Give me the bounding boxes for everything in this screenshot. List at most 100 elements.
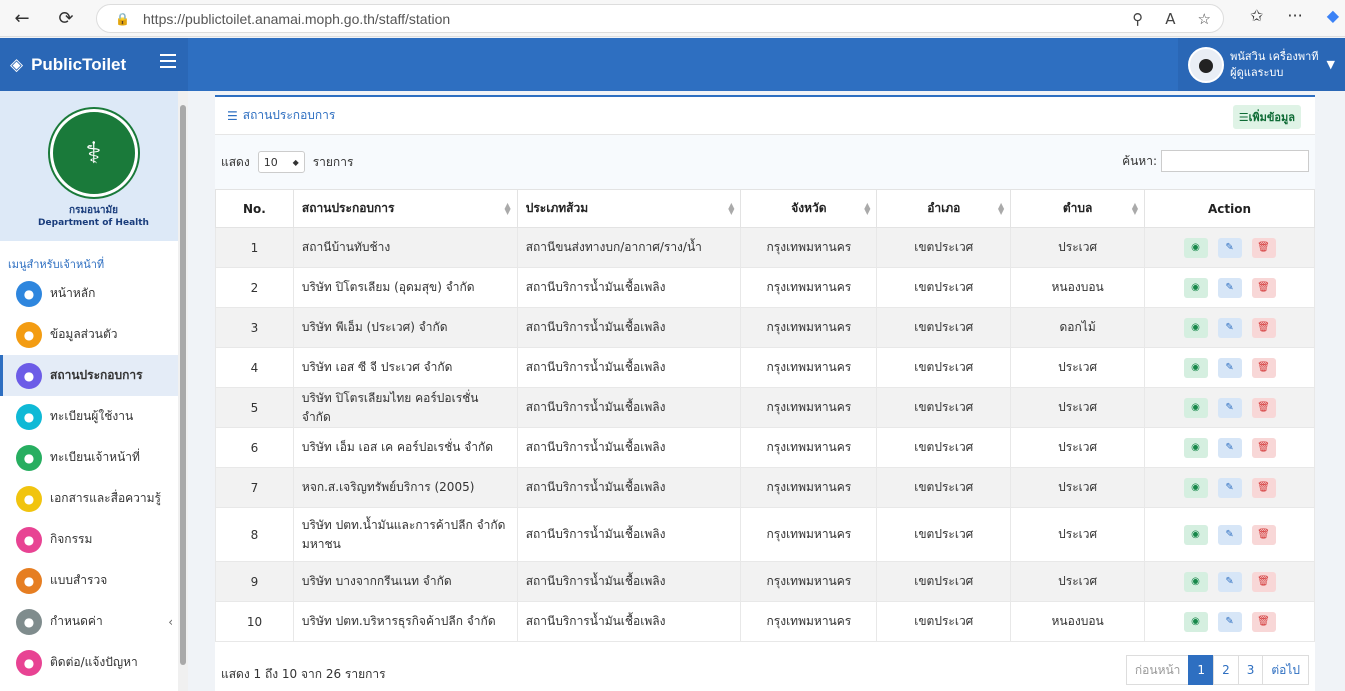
sidebar-item[interactable]: ● แบบสำรวจ <box>0 560 187 601</box>
sidebar-item-label: กำหนดค่า <box>50 614 103 628</box>
sidebar-item[interactable]: ● ทะเบียนเจ้าหน้าที่ <box>0 437 187 478</box>
cell-no: 10 <box>215 601 294 642</box>
table-row: 7 หจก.ส.เจริญทรัพย์บริการ (2005) สถานีบริก… <box>215 467 1315 508</box>
delete-button[interactable]: 🗑 <box>1251 277 1276 298</box>
pagination: ก่อนหน้า 1 2 3 ต่อไป <box>1125 655 1309 685</box>
view-button[interactable]: ◉ <box>1183 437 1208 458</box>
table-row: 9 บริษัท บางจากกรีนเนท จำกัด สถานีบริการน้… <box>215 561 1315 602</box>
favorite-star-icon[interactable]: ☆ <box>1198 10 1211 28</box>
cube-icon: ● <box>16 608 42 635</box>
delete-button[interactable]: 🗑 <box>1251 397 1276 418</box>
edit-button[interactable]: ✎ <box>1217 571 1242 592</box>
prev-page-button[interactable]: ก่อนหน้า <box>1125 655 1190 685</box>
user-menu[interactable]: พนัสวิน เครื่องพาที ผู้ดูแลระบบ ▼ <box>1178 38 1345 91</box>
copilot-icon[interactable]: ◆ <box>1327 6 1339 25</box>
cell-name: บริษัท เอ็ม เอส เค คอร์ปอเรชั่น จำกัด <box>292 427 518 468</box>
column-header[interactable]: สถานประกอบการ ▲ ▼ <box>292 189 518 228</box>
read-aloud-icon[interactable]: A <box>1165 10 1175 28</box>
sidebar-item[interactable]: ● หน้าหลัก <box>0 273 187 314</box>
column-header[interactable]: ประเภทส้วม ▲ ▼ <box>516 189 742 228</box>
delete-button[interactable]: 🗑 <box>1251 237 1276 258</box>
back-icon[interactable]: ← <box>10 6 34 30</box>
view-button[interactable]: ◉ <box>1183 237 1208 258</box>
view-button[interactable]: ◉ <box>1183 571 1208 592</box>
view-button[interactable]: ◉ <box>1183 317 1208 338</box>
page-size-select[interactable]: 10 ◆ <box>257 151 305 173</box>
column-header[interactable]: จังหวัด ▲ ▼ <box>740 189 878 228</box>
edit-button[interactable]: ✎ <box>1217 357 1242 378</box>
view-button[interactable]: ◉ <box>1183 277 1208 298</box>
edit-button[interactable]: ✎ <box>1217 524 1242 545</box>
address-bar[interactable]: 🔒 https://publictoilet.anamai.moph.go.th… <box>96 4 1224 33</box>
next-page-button[interactable]: ต่อไป <box>1262 655 1309 685</box>
delete-button[interactable]: 🗑 <box>1251 524 1276 545</box>
sidebar-item[interactable]: ● ติดต่อ/แจ้งปัญหา <box>0 642 187 683</box>
column-header[interactable]: ตำบล ▲ ▼ <box>1010 189 1146 228</box>
view-button[interactable]: ◉ <box>1183 524 1208 545</box>
column-header[interactable]: Action <box>1144 189 1315 228</box>
page-button[interactable]: 3 <box>1237 655 1264 685</box>
cell-district: เขตประเวศ <box>876 507 1012 562</box>
cell-subdistrict: ประเวศ <box>1010 387 1146 428</box>
edit-button[interactable]: ✎ <box>1217 317 1242 338</box>
view-button[interactable]: ◉ <box>1183 357 1208 378</box>
cell-subdistrict: ประเวศ <box>1010 427 1146 468</box>
edit-button[interactable]: ✎ <box>1217 611 1242 632</box>
sort-icon: ▲ ▼ <box>728 201 735 216</box>
sidebar-item[interactable]: ● กิจกรรม <box>0 519 187 560</box>
edit-button[interactable]: ✎ <box>1217 477 1242 498</box>
edit-button[interactable]: ✎ <box>1217 437 1242 458</box>
view-button[interactable]: ◉ <box>1183 477 1208 498</box>
add-data-button[interactable]: ☰เพิ่มข้อมูล <box>1232 105 1301 129</box>
delete-button[interactable]: 🗑 <box>1251 477 1276 498</box>
column-header[interactable]: No. <box>215 189 294 228</box>
sidebar-item[interactable]: ● กำหนดค่า ‹ <box>0 601 187 642</box>
sidebar-item[interactable]: ● ข้อมูลส่วนตัว <box>0 314 187 355</box>
cell-type: สถานีบริการน้ำมันเชื้อเพลิง <box>516 387 742 428</box>
favorites-icon[interactable]: ✩ <box>1250 6 1263 25</box>
delete-button[interactable]: 🗑 <box>1251 437 1276 458</box>
zoom-icon[interactable]: ⚲ <box>1132 10 1143 28</box>
user-role: ผู้ดูแลระบบ <box>1230 65 1284 79</box>
cell-province: กรุงเทพมหานคร <box>740 227 878 268</box>
edit-icon: ✎ <box>1225 442 1234 453</box>
edit-button[interactable]: ✎ <box>1217 397 1242 418</box>
reload-icon[interactable]: ⟳ <box>54 6 78 30</box>
cell-action: ◉ ✎ 🗑 <box>1144 387 1315 428</box>
more-icon[interactable]: ··· <box>1287 6 1302 25</box>
cell-type: สถานีบริการน้ำมันเชื้อเพลิง <box>516 427 742 468</box>
sidebar-item[interactable]: ● สถานประกอบการ <box>0 355 187 396</box>
lock-icon: 🔒 <box>115 11 130 26</box>
card-title: สถานประกอบการ <box>242 108 336 122</box>
page-button[interactable]: 2 <box>1213 655 1239 685</box>
sidebar-scrollbar[interactable] <box>178 91 188 691</box>
dept-name-en: Department of Health <box>38 218 149 228</box>
cell-no: 7 <box>215 467 294 508</box>
cell-province: กรุงเทพมหานคร <box>740 561 878 602</box>
sidebar-item-label: แบบสำรวจ <box>50 573 108 587</box>
edit-button[interactable]: ✎ <box>1217 277 1242 298</box>
delete-button[interactable]: 🗑 <box>1251 357 1276 378</box>
delete-button[interactable]: 🗑 <box>1251 317 1276 338</box>
delete-button[interactable]: 🗑 <box>1251 611 1276 632</box>
column-header[interactable]: อำเภอ ▲ ▼ <box>876 189 1012 228</box>
view-button[interactable]: ◉ <box>1183 397 1208 418</box>
search-input[interactable] <box>1161 150 1309 172</box>
sidebar-item[interactable]: ● เอกสารและสื่อความรู้ <box>0 478 187 519</box>
entries-label: รายการ <box>312 154 354 169</box>
sidebar-item-label: เอกสารและสื่อความรู้ <box>50 491 162 505</box>
delete-button[interactable]: 🗑 <box>1251 571 1276 592</box>
page-button[interactable]: 1 <box>1188 655 1215 685</box>
trash-icon: 🗑 <box>1257 402 1270 413</box>
eye-icon: ◉ <box>1191 442 1200 453</box>
edit-button[interactable]: ✎ <box>1217 237 1242 258</box>
ministry-seal-logo: ⚕ <box>49 109 138 197</box>
hamburger-menu-icon[interactable] <box>160 54 176 72</box>
view-button[interactable]: ◉ <box>1183 611 1208 632</box>
cell-type: สถานีบริการน้ำมันเชื้อเพลิง <box>516 507 742 562</box>
cell-province: กรุงเทพมหานคร <box>740 507 878 562</box>
edit-icon: ✎ <box>1225 529 1234 540</box>
sidebar-item[interactable]: ● ทะเบียนผู้ใช้งาน <box>0 396 187 437</box>
cell-name: บริษัท ปตท.บริหารธุรกิจค้าปลีก จำกัด <box>292 601 518 642</box>
cell-subdistrict: ประเวศ <box>1010 467 1146 508</box>
